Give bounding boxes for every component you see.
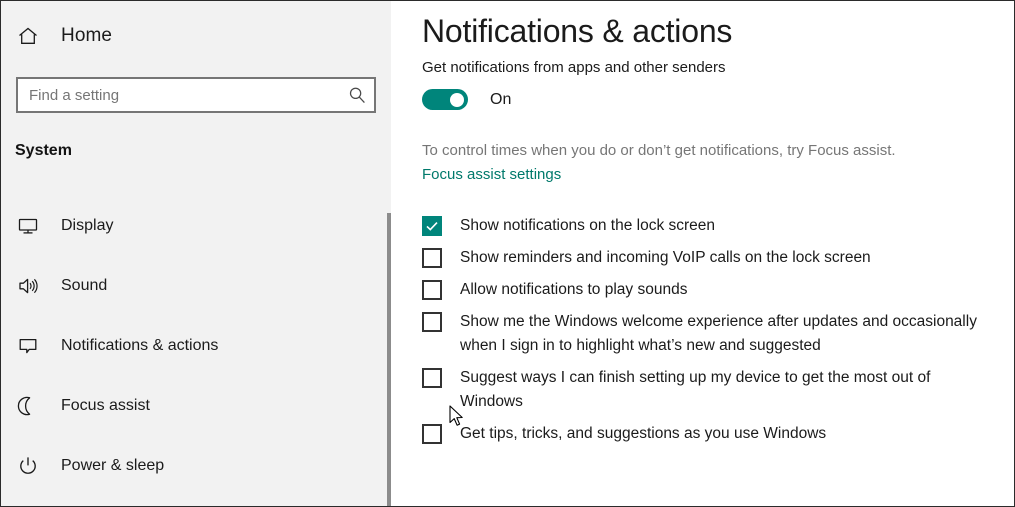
focus-assist-hint: To control times when you do or don’t ge…: [422, 142, 896, 159]
moon-icon: [15, 393, 41, 419]
sidebar-item-label: Sound: [61, 277, 108, 294]
search-input[interactable]: [18, 79, 340, 111]
sidebar-item-notifications-actions[interactable]: Notifications & actions: [1, 326, 391, 366]
checkbox-show-notifications-lock-screen[interactable]: [422, 216, 442, 236]
checkbox-label: Show reminders and incoming VoIP calls o…: [460, 249, 871, 266]
checkbox-row[interactable]: Show reminders and incoming VoIP calls o…: [422, 246, 982, 270]
settings-window: Home System Displ: [0, 0, 1015, 507]
checkbox-allow-notification-sounds[interactable]: [422, 280, 442, 300]
checkbox-get-tips-tricks-suggestions[interactable]: [422, 424, 442, 444]
sidebar-home-label: Home: [61, 25, 113, 46]
notifications-toggle[interactable]: [422, 89, 468, 110]
search-icon[interactable]: [340, 79, 374, 111]
checkbox-suggest-ways-finish-setup[interactable]: [422, 368, 442, 388]
checkbox-label: Show notifications on the lock screen: [460, 217, 716, 234]
toggle-knob: [450, 92, 464, 107]
sidebar-item-label: Display: [61, 217, 114, 234]
checkbox-row[interactable]: Allow notifications to play sounds: [422, 278, 982, 302]
sidebar-item-power-sleep[interactable]: Power & sleep: [1, 446, 391, 486]
checkbox-row[interactable]: Suggest ways I can finish setting up my …: [422, 366, 982, 414]
checkbox-label: Suggest ways I can finish setting up my …: [460, 369, 931, 410]
sidebar-item-label: Power & sleep: [61, 457, 165, 474]
sidebar-group-label: System: [15, 142, 72, 159]
sidebar-nav-list: Display Sound Notifications & actions Fo…: [1, 206, 391, 506]
sidebar-item-display[interactable]: Display: [1, 206, 391, 246]
section-subtitle: Get notifications from apps and other se…: [422, 59, 726, 76]
monitor-icon: [15, 213, 41, 239]
checkbox-windows-welcome-experience[interactable]: [422, 312, 442, 332]
checkbox-row[interactable]: Get tips, tricks, and suggestions as you…: [422, 422, 982, 446]
search-box[interactable]: [16, 77, 376, 113]
power-icon: [15, 453, 41, 479]
speaker-icon: [15, 273, 41, 299]
content-pane: Notifications & actions Get notification…: [391, 1, 1014, 506]
sidebar-item-sound[interactable]: Sound: [1, 266, 391, 306]
focus-assist-settings-link[interactable]: Focus assist settings: [422, 164, 561, 185]
checkbox-label: Get tips, tricks, and suggestions as you…: [460, 425, 827, 442]
notification-options-list: Show notifications on the lock screen Sh…: [422, 214, 982, 454]
notifications-toggle-row: On: [422, 89, 511, 110]
page-title: Notifications & actions: [422, 13, 733, 49]
sidebar-item-focus-assist[interactable]: Focus assist: [1, 386, 391, 426]
checkbox-row[interactable]: Show me the Windows welcome experience a…: [422, 310, 982, 358]
sidebar-item-home[interactable]: Home: [15, 21, 112, 51]
checkbox-row[interactable]: Show notifications on the lock screen: [422, 214, 982, 238]
sidebar: Home System Displ: [1, 1, 391, 506]
sidebar-item-label: Notifications & actions: [61, 337, 219, 354]
checkbox-show-reminders-voip[interactable]: [422, 248, 442, 268]
sidebar-item-label: Focus assist: [61, 397, 150, 414]
speech-bubble-icon: [15, 333, 41, 359]
checkbox-label: Allow notifications to play sounds: [460, 281, 688, 298]
home-icon: [15, 23, 41, 49]
toggle-state-label: On: [490, 90, 512, 108]
checkbox-label: Show me the Windows welcome experience a…: [460, 313, 977, 354]
